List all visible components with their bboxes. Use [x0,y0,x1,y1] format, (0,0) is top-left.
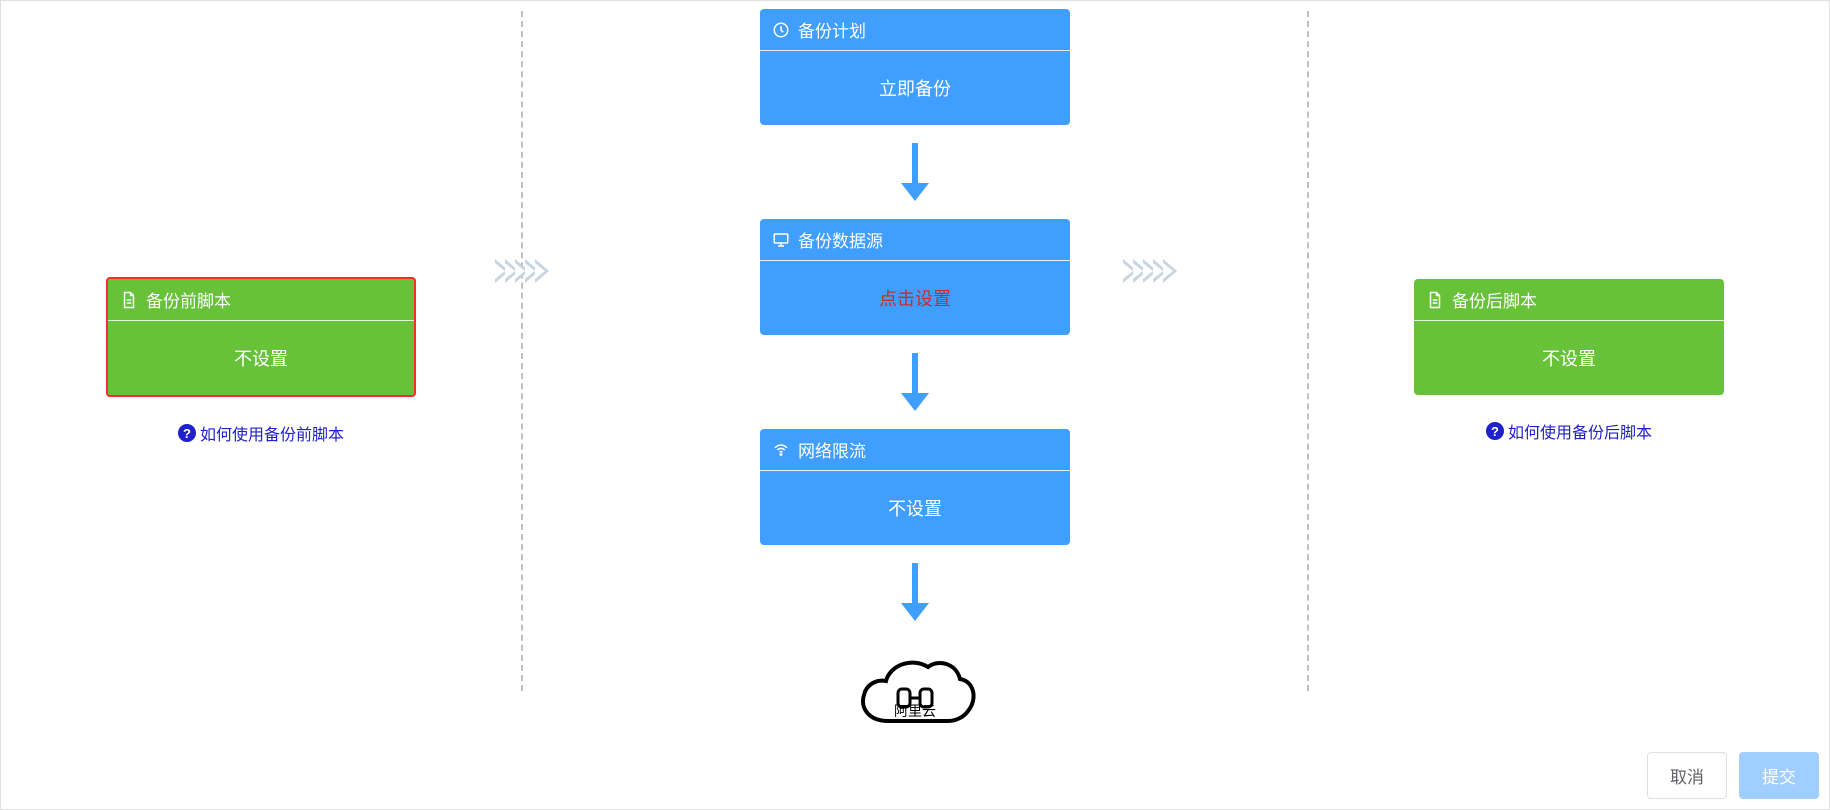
network-throttle-body: 不设置 [760,471,1070,545]
cloud-label: 阿里云 [894,701,936,721]
network-throttle-header: 网络限流 [760,429,1070,471]
backup-plan-header: 备份计划 [760,9,1070,51]
backup-plan-body: 立即备份 [760,51,1070,125]
post-script-body: 不设置 [1414,321,1724,395]
pre-script-title: 备份前脚本 [146,287,231,312]
arrow-down-icon [901,143,929,201]
pre-script-card-header: 备份前脚本 [108,279,414,321]
backup-plan-card[interactable]: 备份计划 立即备份 [760,9,1070,125]
network-throttle-card[interactable]: 网络限流 不设置 [760,429,1070,545]
post-script-help-link[interactable]: ? 如何使用备份后脚本 [1486,419,1652,443]
post-script-title: 备份后脚本 [1452,287,1537,312]
pre-script-card[interactable]: 备份前脚本 不设置 [106,277,416,397]
arrow-down-icon [901,353,929,411]
question-icon: ? [1486,422,1504,440]
post-script-card[interactable]: 备份后脚本 不设置 [1414,279,1724,395]
network-throttle-title: 网络限流 [798,437,866,462]
backup-source-header: 备份数据源 [760,219,1070,261]
submit-button[interactable]: 提交 [1739,752,1819,799]
cloud-icon [850,649,980,739]
backup-source-title: 备份数据源 [798,227,883,252]
clock-icon [772,21,790,39]
chevron-connector-left [499,259,549,283]
pre-script-body: 不设置 [108,321,414,395]
question-icon: ? [178,424,196,442]
backup-source-body: 点击设置 [760,261,1070,335]
footer-actions: 取消 提交 [1647,752,1819,799]
pre-script-help-link[interactable]: ? 如何使用备份前脚本 [178,421,344,445]
file-icon [1426,291,1444,309]
backup-plan-title: 备份计划 [798,17,866,42]
aliyun-cloud: 阿里云 [850,649,980,721]
file-icon [120,291,138,309]
wifi-icon [772,441,790,459]
monitor-icon [772,231,790,249]
pre-script-help-text: 如何使用备份前脚本 [200,421,344,445]
chevron-connector-right [1127,259,1177,283]
post-script-help-text: 如何使用备份后脚本 [1508,419,1652,443]
backup-source-card[interactable]: 备份数据源 点击设置 [760,219,1070,335]
post-script-card-header: 备份后脚本 [1414,279,1724,321]
arrow-down-icon [901,563,929,621]
cancel-button[interactable]: 取消 [1647,752,1727,799]
